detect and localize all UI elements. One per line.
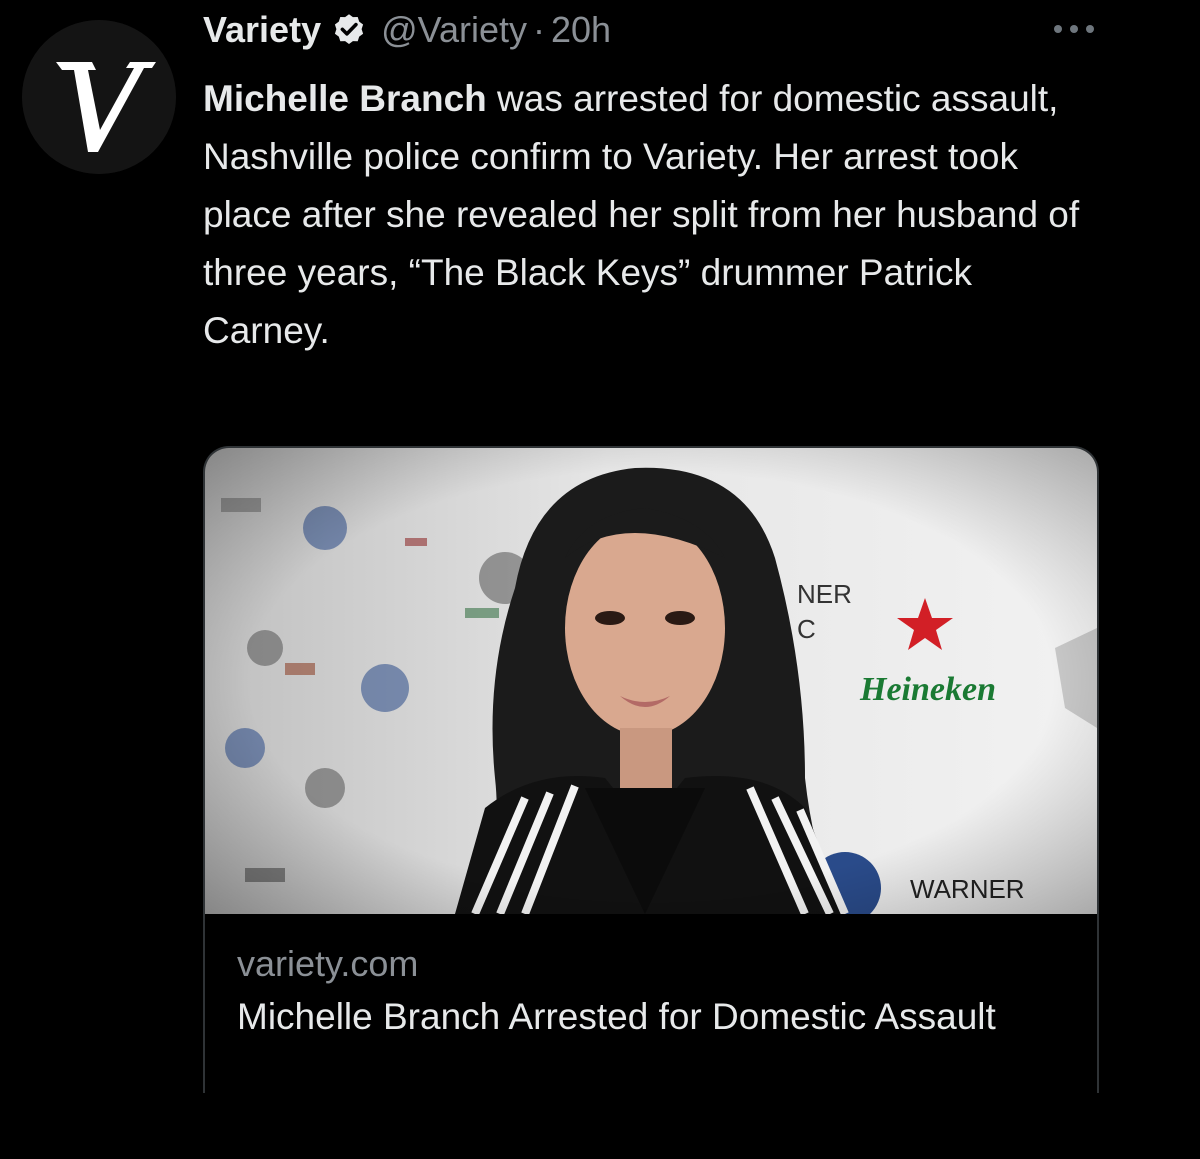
- timestamp[interactable]: 20h: [551, 9, 611, 51]
- tweet-text-bold-lead: Michelle Branch: [203, 78, 487, 119]
- link-card[interactable]: Heineken NER C WARNER: [203, 446, 1099, 1093]
- link-title: Michelle Branch Arrested for Domestic As…: [237, 996, 996, 1037]
- avatar[interactable]: [22, 20, 176, 174]
- author-name[interactable]: Variety: [203, 9, 321, 51]
- more-horizontal-icon[interactable]: [1054, 22, 1094, 36]
- more-dot: [1070, 25, 1078, 33]
- more-dot: [1086, 25, 1094, 33]
- link-card-meta: variety.com Michelle Branch Arrested for…: [237, 938, 1077, 1044]
- link-domain: variety.com: [237, 943, 419, 984]
- article-photo: Heineken NER C WARNER: [205, 448, 1097, 914]
- more-dot: [1054, 25, 1062, 33]
- tweet-header: Variety @Variety · 20h: [203, 4, 611, 56]
- tweet-text: Michelle Branch was arrested for domesti…: [203, 70, 1103, 360]
- variety-v-logo-icon: [22, 20, 176, 174]
- separator-dot: ·: [533, 9, 546, 50]
- verified-badge-icon: [331, 12, 367, 48]
- author-handle[interactable]: @Variety: [381, 9, 527, 51]
